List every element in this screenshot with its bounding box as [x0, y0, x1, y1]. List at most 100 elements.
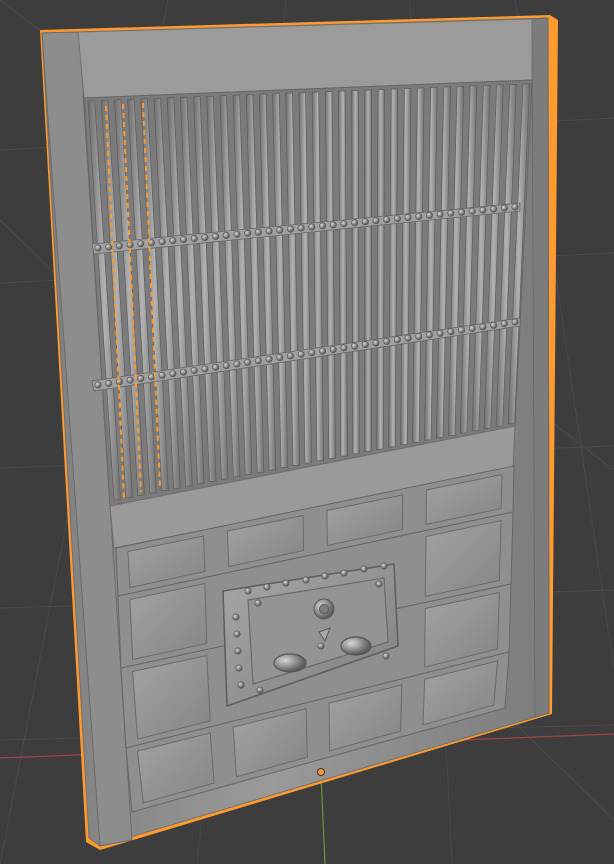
strap-stud — [372, 217, 380, 225]
strap-stud — [105, 243, 113, 251]
strap-stud — [404, 334, 412, 342]
strap-stud — [383, 216, 391, 224]
strap-stud — [393, 336, 401, 344]
strap-stud — [190, 366, 198, 374]
strap-stud — [286, 225, 294, 233]
strap-stud — [169, 370, 177, 378]
strap-stud — [308, 349, 316, 357]
lock-rivet — [317, 642, 325, 650]
strap-stud — [468, 207, 476, 215]
lock-rivet — [302, 576, 310, 584]
strap-stud — [361, 341, 369, 349]
strap-stud — [212, 363, 220, 371]
strap-stud — [490, 321, 498, 329]
strap-stud — [297, 224, 305, 232]
lock-rivet — [263, 583, 271, 591]
strap-stud — [233, 360, 241, 368]
strap-stud — [169, 237, 177, 245]
strap-stud — [286, 352, 294, 360]
lock-rivet — [380, 562, 388, 570]
strap-stud — [233, 230, 241, 238]
strap-stud — [425, 211, 433, 219]
viewport-scene[interactable] — [0, 0, 614, 864]
strap-stud — [393, 215, 401, 223]
door-object[interactable] — [40, 15, 558, 850]
lock-rivet — [382, 652, 390, 660]
lock-rivet — [340, 569, 348, 577]
lock-handle-right — [340, 636, 372, 656]
strap-stud — [137, 240, 145, 248]
lock-rivet — [321, 572, 329, 580]
lock-rivet — [360, 565, 368, 573]
strap-stud — [276, 354, 284, 362]
object-origin-point[interactable] — [317, 768, 325, 776]
strap-stud — [94, 381, 102, 389]
strap-stud — [447, 209, 455, 217]
strap-stud — [415, 333, 423, 341]
strap-stud — [340, 220, 348, 228]
strap-stud — [351, 219, 359, 227]
strap-stud — [276, 226, 284, 234]
lock-rivet — [233, 630, 241, 638]
lock-handle-left — [273, 653, 307, 673]
strap-stud — [351, 342, 359, 350]
strap-stud — [415, 212, 423, 220]
strap-stud — [254, 228, 262, 236]
strap-stud — [319, 222, 327, 230]
strap-stud — [126, 376, 134, 384]
strap-stud — [404, 214, 412, 222]
strap-stud — [329, 221, 337, 229]
strap-stud — [436, 329, 444, 337]
lock-keyhole-center — [319, 604, 329, 614]
lock-rivet — [235, 664, 243, 672]
strap-stud — [319, 347, 327, 355]
strap-stud — [254, 357, 262, 365]
3d-viewport[interactable] — [0, 0, 614, 864]
strap-stud — [479, 323, 487, 331]
lock-rivet — [282, 579, 290, 587]
lock-rivet — [237, 681, 245, 689]
strap-stud — [244, 358, 252, 366]
vertical-bar — [351, 90, 360, 455]
strap-stud — [147, 373, 155, 381]
strap-stud — [340, 344, 348, 352]
door-right-edge — [531, 17, 550, 718]
strap-stud — [265, 227, 273, 235]
lock-rivet — [234, 647, 242, 655]
strap-stud — [137, 375, 145, 383]
strap-stud — [180, 236, 188, 244]
strap-stud — [511, 318, 519, 326]
strap-stud — [447, 328, 455, 336]
strap-stud — [115, 242, 123, 250]
strap-stud — [490, 205, 498, 213]
lock-rivet — [254, 599, 262, 607]
strap-stud — [212, 232, 220, 240]
lock-rivet — [232, 613, 240, 621]
strap-stud — [158, 371, 166, 379]
vertical-bar — [364, 89, 372, 453]
strap-stud — [458, 208, 466, 216]
lock-rivet — [375, 580, 383, 588]
strap-stud — [222, 362, 230, 370]
strap-stud — [500, 320, 508, 328]
strap-stud — [297, 350, 305, 358]
strap-stud — [222, 231, 230, 239]
strap-stud — [265, 355, 273, 363]
strap-stud — [94, 244, 102, 252]
strap-stud — [201, 233, 209, 241]
strap-stud — [180, 368, 188, 376]
strap-stud — [458, 326, 466, 334]
vertical-bar — [376, 89, 385, 450]
strap-stud — [372, 339, 380, 347]
strap-stud — [511, 203, 519, 211]
strap-stud — [158, 238, 166, 246]
y-axis — [320, 774, 326, 864]
strap-stud — [468, 324, 476, 332]
strap-stud — [329, 345, 337, 353]
strap-stud — [383, 337, 391, 345]
strap-stud — [244, 229, 252, 237]
strap-stud — [308, 223, 316, 231]
lock-rivet — [244, 587, 252, 595]
strap-stud — [500, 204, 508, 212]
strap-stud — [105, 379, 113, 387]
